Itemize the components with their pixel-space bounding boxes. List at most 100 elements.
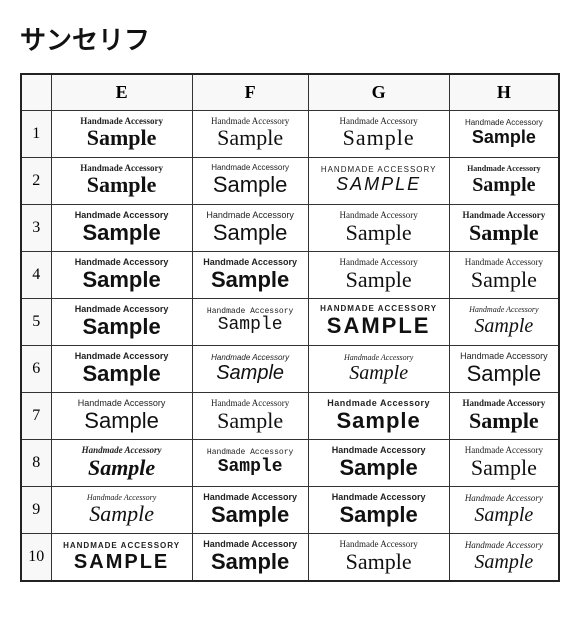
cell-f6: Handmade Accessory Sample <box>192 345 308 392</box>
cell-h7: Handmade Accessory Sample <box>449 392 559 439</box>
cell-sample: Sample <box>340 503 418 527</box>
table-row: 10 HANDMADE ACCESSORY SAMPLE Handmade Ac… <box>21 534 559 582</box>
row-num: 9 <box>21 487 51 534</box>
cell-sample: Sample <box>469 409 539 433</box>
cell-g7: Handmade Accessory Sample <box>308 392 449 439</box>
cell-sample: Sample <box>218 316 283 336</box>
cell-g3: Handmade Accessory Sample <box>308 204 449 251</box>
cell-label: HANDMADE ACCESSORY <box>63 542 180 551</box>
cell-e2: Handmade Accessory Sample <box>51 157 192 204</box>
table-row: 5 Handmade Accessory Sample Handmade Acc… <box>21 298 559 345</box>
cell-label: Handmade Accessory <box>344 354 413 363</box>
cell-sample: Sample <box>471 456 537 480</box>
cell-sample: Sample <box>472 128 536 148</box>
cell-sample: Sample <box>88 456 155 480</box>
table-row: 2 Handmade Accessory Sample Handmade Acc… <box>21 157 559 204</box>
cell-label: Handmade Accessory <box>465 541 543 551</box>
cell-sample: Sample <box>346 550 412 574</box>
row-num: 4 <box>21 251 51 298</box>
cell-g5: HANDMADE ACCESSORY SAMPLE <box>308 298 449 345</box>
cell-sample: Sample <box>346 221 412 245</box>
cell-g6: Handmade Accessory Sample <box>308 345 449 392</box>
row-num: 8 <box>21 440 51 487</box>
row-num: 5 <box>21 298 51 345</box>
cell-sample: Sample <box>82 268 160 292</box>
cell-sample: Sample <box>217 409 283 433</box>
cell-sample: Sample <box>217 126 283 150</box>
table-row: 7 Handmade Accessory Sample Handmade Acc… <box>21 392 559 439</box>
row-num: 10 <box>21 534 51 582</box>
cell-h10: Handmade Accessory Sample <box>449 534 559 582</box>
cell-sample: Sample <box>474 315 533 337</box>
cell-sample: Sample <box>213 173 288 197</box>
cell-f8: Handmade Accessory Sample <box>192 440 308 487</box>
cell-sample: SAMPLE <box>336 175 421 195</box>
cell-sample: Sample <box>211 503 289 527</box>
table-row: 3 Handmade Accessory Sample Handmade Acc… <box>21 204 559 251</box>
cell-sample: Sample <box>213 221 288 245</box>
table-row: 9 Handmade Accessory Sample Handmade Acc… <box>21 487 559 534</box>
cell-h1: Handmade Accessory Sample <box>449 110 559 157</box>
font-sample-table: E F G H 1 Handmade Accessory Sample Hand… <box>20 73 560 582</box>
table-row: 8 Handmade Accessory Sample Handmade Acc… <box>21 440 559 487</box>
cell-h6: Handmade Accessory Sample <box>449 345 559 392</box>
cell-sample: Sample <box>343 126 415 150</box>
row-num: 2 <box>21 157 51 204</box>
cell-e8: Handmade Accessory Sample <box>51 440 192 487</box>
cell-sample: Sample <box>216 362 284 384</box>
table-row: 4 Handmade Accessory Sample Handmade Acc… <box>21 251 559 298</box>
cell-sample: Sample <box>474 504 533 526</box>
cell-sample: Sample <box>84 409 159 433</box>
cell-sample: Sample <box>467 362 542 386</box>
cell-sample: Sample <box>211 550 289 574</box>
cell-sample: Sample <box>346 268 412 292</box>
col-g-header: G <box>308 74 449 110</box>
cell-sample: Sample <box>218 458 283 478</box>
cell-sample: Sample <box>349 362 408 384</box>
cell-sample: SAMPLE <box>327 314 431 338</box>
cell-e6: Handmade Accessory Sample <box>51 345 192 392</box>
cell-e10: HANDMADE ACCESSORY SAMPLE <box>51 534 192 582</box>
cell-sample: Sample <box>82 362 160 386</box>
cell-f10: Handmade Accessory Sample <box>192 534 308 582</box>
cell-h4: Handmade Accessory Sample <box>449 251 559 298</box>
cell-f9: Handmade Accessory Sample <box>192 487 308 534</box>
table-row: 1 Handmade Accessory Sample Handmade Acc… <box>21 110 559 157</box>
cell-h5: Handmade Accessory Sample <box>449 298 559 345</box>
cell-sample: Sample <box>472 174 535 196</box>
cell-e4: Handmade Accessory Sample <box>51 251 192 298</box>
cell-h8: Handmade Accessory Sample <box>449 440 559 487</box>
cell-f5: Handmade Accessory Sample <box>192 298 308 345</box>
cell-e9: Handmade Accessory Sample <box>51 487 192 534</box>
cell-sample: SAMPLE <box>74 551 169 573</box>
cell-f2: Handmade Accessory Sample <box>192 157 308 204</box>
cell-e1: Handmade Accessory Sample <box>51 110 192 157</box>
cell-sample: Sample <box>471 268 537 292</box>
cell-g1: Handmade Accessory Sample <box>308 110 449 157</box>
cell-f7: Handmade Accessory Sample <box>192 392 308 439</box>
row-num: 1 <box>21 110 51 157</box>
row-num: 6 <box>21 345 51 392</box>
cell-sample: Sample <box>340 456 418 480</box>
cell-g10: Handmade Accessory Sample <box>308 534 449 582</box>
cell-h3: Handmade Accessory Sample <box>449 204 559 251</box>
cell-h9: Handmade Accessory Sample <box>449 487 559 534</box>
cell-g4: Handmade Accessory Sample <box>308 251 449 298</box>
cell-sample: Sample <box>87 173 157 197</box>
cell-f4: Handmade Accessory Sample <box>192 251 308 298</box>
cell-sample: Sample <box>337 409 421 433</box>
cell-sample: Sample <box>474 551 533 573</box>
cell-sample: Sample <box>211 268 289 292</box>
cell-e7: Handmade Accessory Sample <box>51 392 192 439</box>
cell-label: Handmade Accessory <box>469 306 538 315</box>
col-h-header: H <box>449 74 559 110</box>
cell-sample: Sample <box>82 315 160 339</box>
cell-g8: Handmade Accessory Sample <box>308 440 449 487</box>
corner-cell <box>21 74 51 110</box>
row-num: 7 <box>21 392 51 439</box>
cell-e3: Handmade Accessory Sample <box>51 204 192 251</box>
cell-sample: Sample <box>469 221 539 245</box>
cell-e5: Handmade Accessory Sample <box>51 298 192 345</box>
cell-h2: Handmade Accessory Sample <box>449 157 559 204</box>
col-f-header: F <box>192 74 308 110</box>
